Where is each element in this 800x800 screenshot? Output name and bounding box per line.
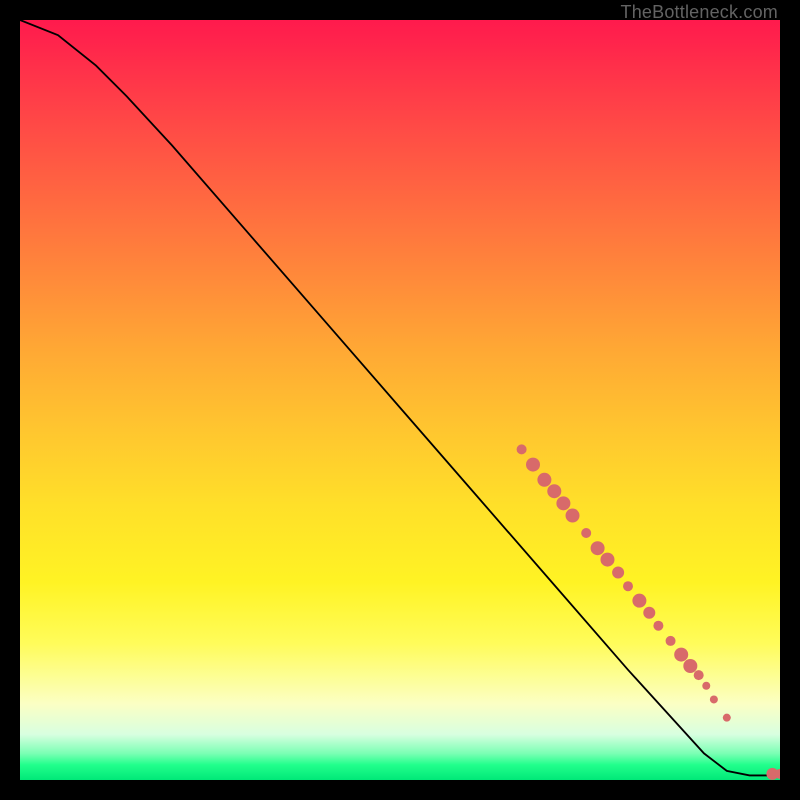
data-point bbox=[710, 695, 718, 703]
data-point bbox=[517, 444, 527, 454]
data-point bbox=[600, 553, 614, 567]
data-point bbox=[526, 458, 540, 472]
data-point bbox=[694, 670, 704, 680]
data-point bbox=[566, 509, 580, 523]
data-point bbox=[674, 648, 688, 662]
data-point bbox=[623, 581, 633, 591]
data-point bbox=[683, 659, 697, 673]
data-point bbox=[547, 484, 561, 498]
data-points bbox=[517, 444, 780, 780]
data-point bbox=[591, 541, 605, 555]
data-point bbox=[666, 636, 676, 646]
chart-stage: TheBottleneck.com bbox=[0, 0, 800, 800]
data-point bbox=[537, 473, 551, 487]
data-point bbox=[632, 594, 646, 608]
data-point bbox=[581, 528, 591, 538]
bottleneck-curve bbox=[20, 20, 780, 775]
plot-area bbox=[20, 20, 780, 780]
data-point bbox=[702, 682, 710, 690]
data-point bbox=[643, 607, 655, 619]
data-point bbox=[612, 567, 624, 579]
data-point bbox=[556, 496, 570, 510]
chart-overlay bbox=[20, 20, 780, 780]
data-point bbox=[653, 621, 663, 631]
data-point bbox=[723, 714, 731, 722]
